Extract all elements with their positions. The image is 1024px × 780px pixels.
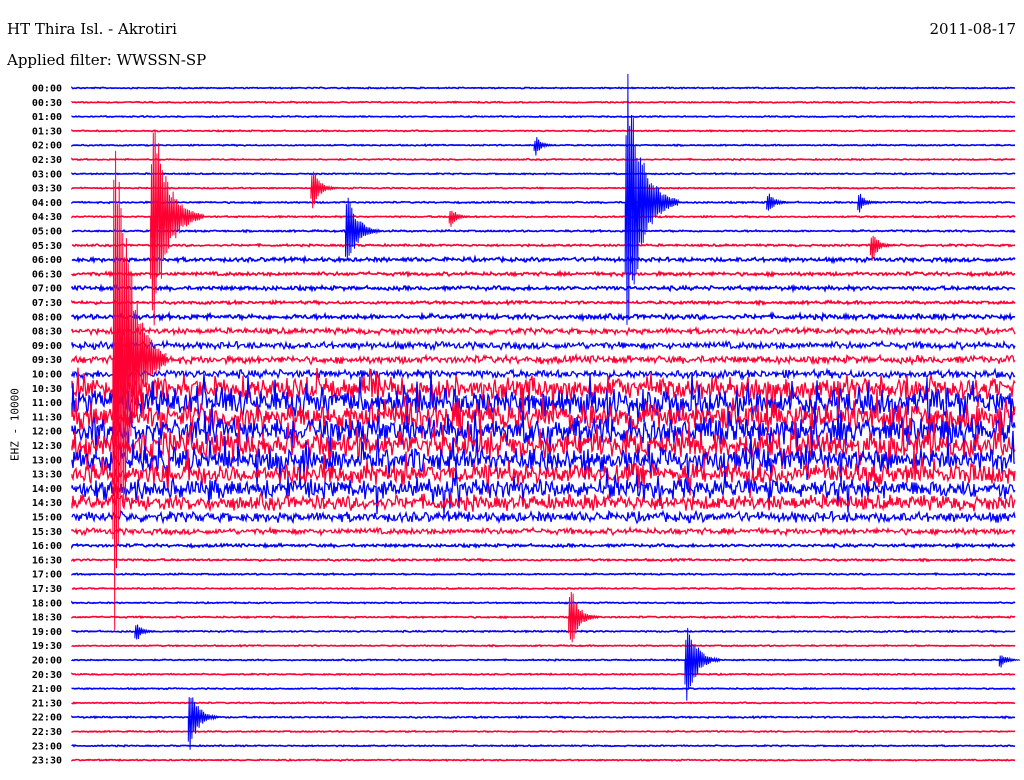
trace-1900 [71, 629, 1016, 634]
seismic-event [134, 624, 157, 640]
trace-0900 [71, 339, 1016, 352]
time-tick-label: 18:00 [32, 598, 62, 609]
time-tick-label: 08:30 [32, 327, 62, 338]
time-tick-label: 03:30 [32, 184, 62, 195]
time-tick-label: 07:00 [32, 284, 62, 295]
time-tick-label: 02:00 [32, 141, 62, 152]
trace-1430 [71, 491, 1016, 513]
trace-2030 [71, 672, 1016, 677]
trace-0730 [71, 298, 1016, 307]
trace-0800 [71, 310, 1016, 323]
seismic-event [684, 627, 721, 701]
trace-1000 [71, 367, 1016, 381]
seismic-event [766, 193, 790, 211]
trace-1800 [71, 600, 1016, 605]
trace-0330 [71, 186, 1016, 190]
time-tick-label: 06:00 [32, 255, 62, 266]
trace-0500 [71, 228, 1016, 234]
time-tick-label: 12:30 [32, 441, 62, 452]
time-tick-label: 05:30 [32, 241, 62, 252]
time-tick-label: 23:00 [32, 741, 62, 752]
trace-2000 [71, 658, 1016, 662]
trace-2330 [71, 758, 1016, 762]
time-tick-label: 23:30 [32, 756, 62, 767]
trace-0700 [71, 283, 1016, 294]
seismic-event [857, 193, 880, 213]
time-tick-label: 10:00 [32, 370, 62, 381]
time-tick-label: 01:30 [32, 126, 62, 137]
trace-0300 [71, 171, 1016, 176]
trace-1930 [71, 643, 1016, 648]
time-tick-label: 09:00 [32, 341, 62, 352]
seismic-event [344, 197, 382, 261]
trace-1830 [71, 615, 1016, 620]
time-tick-label: 06:30 [32, 269, 62, 280]
time-tick-label: 21:30 [32, 698, 62, 709]
time-tick-label: 16:00 [32, 541, 62, 552]
trace-0600 [71, 254, 1016, 265]
time-tick-label: 22:00 [32, 713, 62, 724]
time-tick-label: 19:30 [32, 641, 62, 652]
trace-1730 [71, 586, 1016, 591]
time-tick-label: 19:00 [32, 627, 62, 638]
trace-0830 [71, 325, 1016, 337]
seismic-event [998, 655, 1021, 668]
time-tick-label: 16:30 [32, 555, 62, 566]
time-tick-label: 04:30 [32, 212, 62, 223]
seismic-event [187, 697, 220, 750]
time-tick-label: 18:30 [32, 613, 62, 624]
seismic-event [448, 210, 472, 227]
trace-2300 [71, 743, 1016, 748]
helicorder-plot: HT Thira Isl. - Akrotiri Applied filter:… [0, 0, 1024, 780]
time-tick-label: 00:00 [32, 84, 62, 95]
trace-0630 [71, 269, 1016, 279]
trace-0430 [71, 214, 1016, 219]
time-tick-label: 03:00 [32, 169, 62, 180]
time-tick-label: 07:30 [32, 298, 62, 309]
trace-0930 [71, 352, 1016, 367]
time-tick-label: 01:00 [32, 112, 62, 123]
time-tick-label: 17:30 [32, 584, 62, 595]
time-tick-label: 15:30 [32, 527, 62, 538]
trace-0130 [71, 129, 1016, 133]
time-tick-label: 22:30 [32, 727, 62, 738]
trace-0230 [71, 157, 1016, 162]
time-tick-label: 20:00 [32, 656, 62, 667]
time-tick-label: 20:30 [32, 670, 62, 681]
time-tick-label: 11:30 [32, 412, 62, 423]
trace-1630 [71, 557, 1016, 563]
time-tick-label: 14:00 [32, 484, 62, 495]
trace-2130 [71, 701, 1016, 705]
trace-1600 [71, 541, 1016, 550]
time-tick-label: 00:30 [32, 98, 62, 109]
time-tick-label: 02:30 [32, 155, 62, 166]
time-tick-label: 21:00 [32, 684, 62, 695]
time-tick-label: 12:00 [32, 427, 62, 438]
time-tick-label: 10:30 [32, 384, 62, 395]
time-tick-label: 09:30 [32, 355, 62, 366]
trace-0000 [71, 86, 1015, 90]
time-tick-label: 13:30 [32, 470, 62, 481]
trace-2230 [71, 729, 1016, 734]
seismic-event [533, 137, 556, 156]
trace-0100 [71, 114, 1016, 119]
time-tick-label: 13:00 [32, 455, 62, 466]
time-tick-label: 17:00 [32, 570, 62, 581]
time-tick-label: 11:00 [32, 398, 62, 409]
time-tick-label: 14:30 [32, 498, 62, 509]
time-tick-label: 08:00 [32, 312, 62, 323]
seismic-event [568, 591, 600, 643]
trace-1500 [71, 509, 1016, 525]
trace-0030 [71, 100, 1016, 105]
time-tick-label: 04:00 [32, 198, 62, 209]
trace-1530 [71, 525, 1016, 538]
time-tick-label: 05:00 [32, 227, 62, 238]
time-tick-label: 15:00 [32, 513, 62, 524]
trace-2100 [71, 686, 1016, 691]
seismogram-traces: 00:00 00:30 01:00 01:30 02:00 02:30 03:00 03:30… [32, 73, 1021, 767]
trace-1700 [71, 572, 1016, 577]
